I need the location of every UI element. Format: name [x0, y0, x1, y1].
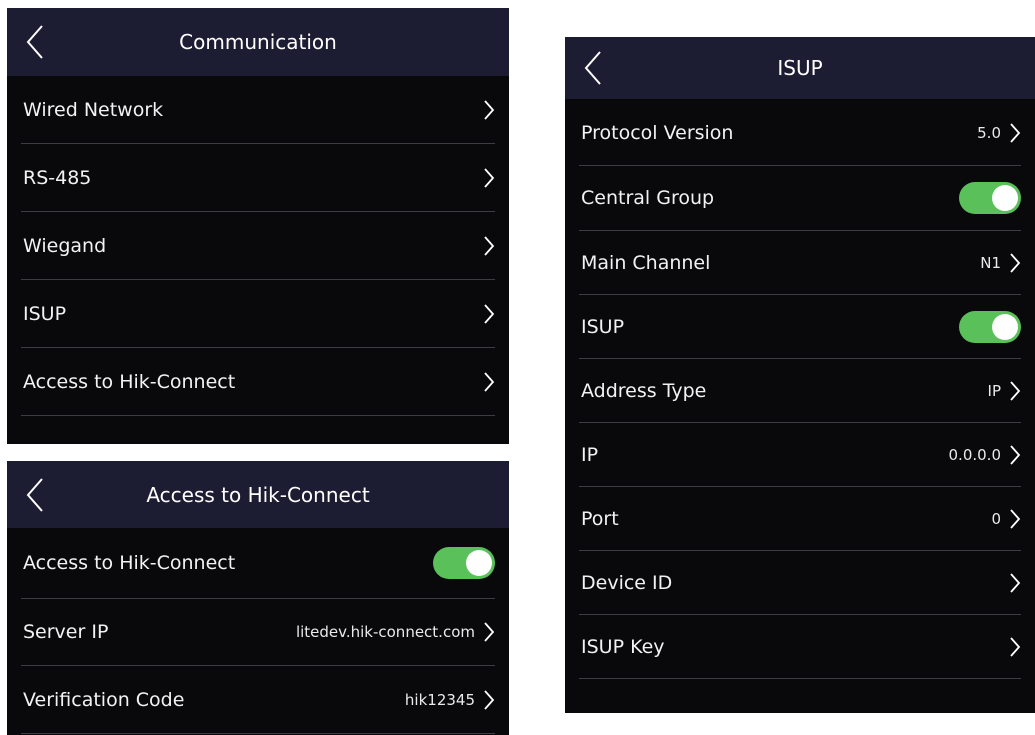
page-title: ISUP: [777, 56, 823, 80]
menu-item-rs485[interactable]: RS-485: [21, 144, 495, 212]
menu-item-wiegand[interactable]: Wiegand: [21, 212, 495, 280]
setting-label: Central Group: [581, 187, 715, 209]
setting-server-ip[interactable]: Server IP litedev.hik-connect.com: [21, 599, 495, 666]
chevron-right-icon: [484, 99, 495, 120]
communication-panel: Communication Wired Network RS-485 Wiega…: [7, 8, 509, 444]
setting-device-id[interactable]: Device ID: [579, 551, 1021, 615]
menu-item-hik-connect[interactable]: Access to Hik-Connect: [21, 348, 495, 416]
main-channel-value: N1: [980, 253, 1001, 272]
central-group-toggle[interactable]: [959, 182, 1021, 214]
access-hik-connect-toggle[interactable]: [433, 547, 495, 579]
menu-item-wired-network[interactable]: Wired Network: [21, 76, 495, 144]
isup-toggle[interactable]: [959, 310, 1021, 343]
menu-item-label: ISUP: [23, 302, 67, 325]
setting-address-type[interactable]: Address Type IP: [579, 359, 1021, 423]
chevron-right-icon: [1010, 508, 1021, 529]
chevron-right-icon: [484, 235, 495, 256]
isup-panel: ISUP Protocol Version 5.0 Central Group …: [565, 37, 1035, 713]
setting-label: IP: [581, 443, 599, 466]
setting-isup: ISUP: [579, 295, 1021, 359]
isup-header: ISUP: [565, 37, 1035, 99]
hik-connect-header: Access to Hik-Connect: [7, 461, 509, 528]
chevron-right-icon: [1010, 123, 1021, 143]
setting-label: Port: [581, 507, 619, 530]
chevron-right-icon: [1010, 572, 1021, 593]
menu-item-label: Access to Hik-Connect: [23, 370, 236, 393]
protocol-version-value: 5.0: [977, 124, 1001, 142]
chevron-right-icon: [484, 371, 495, 392]
toggle-knob: [466, 550, 492, 576]
setting-label: ISUP Key: [581, 635, 665, 658]
toggle-knob: [992, 313, 1018, 340]
page-title: Communication: [179, 30, 337, 54]
chevron-right-icon: [484, 167, 495, 188]
setting-port[interactable]: Port 0: [579, 487, 1021, 551]
setting-central-group: Central Group: [579, 166, 1021, 231]
page-title: Access to Hik-Connect: [146, 482, 370, 507]
setting-label: Verification Code: [23, 688, 185, 711]
verification-code-value: hik12345: [404, 690, 475, 709]
chevron-right-icon: [1010, 252, 1021, 273]
chevron-right-icon: [1010, 636, 1021, 657]
setting-main-channel[interactable]: Main Channel N1: [579, 231, 1021, 295]
setting-label: Access to Hik-Connect: [23, 552, 236, 574]
address-type-value: IP: [987, 381, 1001, 400]
chevron-right-icon: [484, 622, 495, 642]
port-value: 0: [991, 509, 1001, 528]
chevron-right-icon: [1010, 444, 1021, 465]
menu-item-label: RS-485: [23, 166, 92, 189]
server-ip-value: litedev.hik-connect.com: [295, 623, 475, 641]
setting-label: Main Channel: [581, 251, 711, 274]
communication-header: Communication: [7, 8, 509, 76]
setting-label: Protocol Version: [581, 122, 734, 144]
menu-item-isup[interactable]: ISUP: [21, 280, 495, 348]
chevron-right-icon: [1010, 380, 1021, 401]
setting-label: ISUP: [581, 315, 625, 338]
ip-value: 0.0.0.0: [948, 445, 1001, 464]
setting-ip[interactable]: IP 0.0.0.0: [579, 423, 1021, 487]
setting-verification-code[interactable]: Verification Code hik12345: [21, 666, 495, 734]
setting-protocol-version[interactable]: Protocol Version 5.0: [579, 101, 1021, 166]
chevron-right-icon: [484, 689, 495, 710]
setting-label: Device ID: [581, 571, 673, 594]
chevron-right-icon: [484, 303, 495, 324]
menu-item-label: Wired Network: [23, 98, 164, 121]
hik-connect-panel: Access to Hik-Connect Access to Hik-Conn…: [7, 461, 509, 735]
menu-item-label: Wiegand: [23, 234, 107, 257]
setting-label: Server IP: [23, 621, 109, 643]
setting-hik-connect-access: Access to Hik-Connect: [21, 528, 495, 599]
setting-isup-key[interactable]: ISUP Key: [579, 615, 1021, 679]
setting-label: Address Type: [581, 379, 707, 402]
toggle-knob: [992, 185, 1018, 211]
